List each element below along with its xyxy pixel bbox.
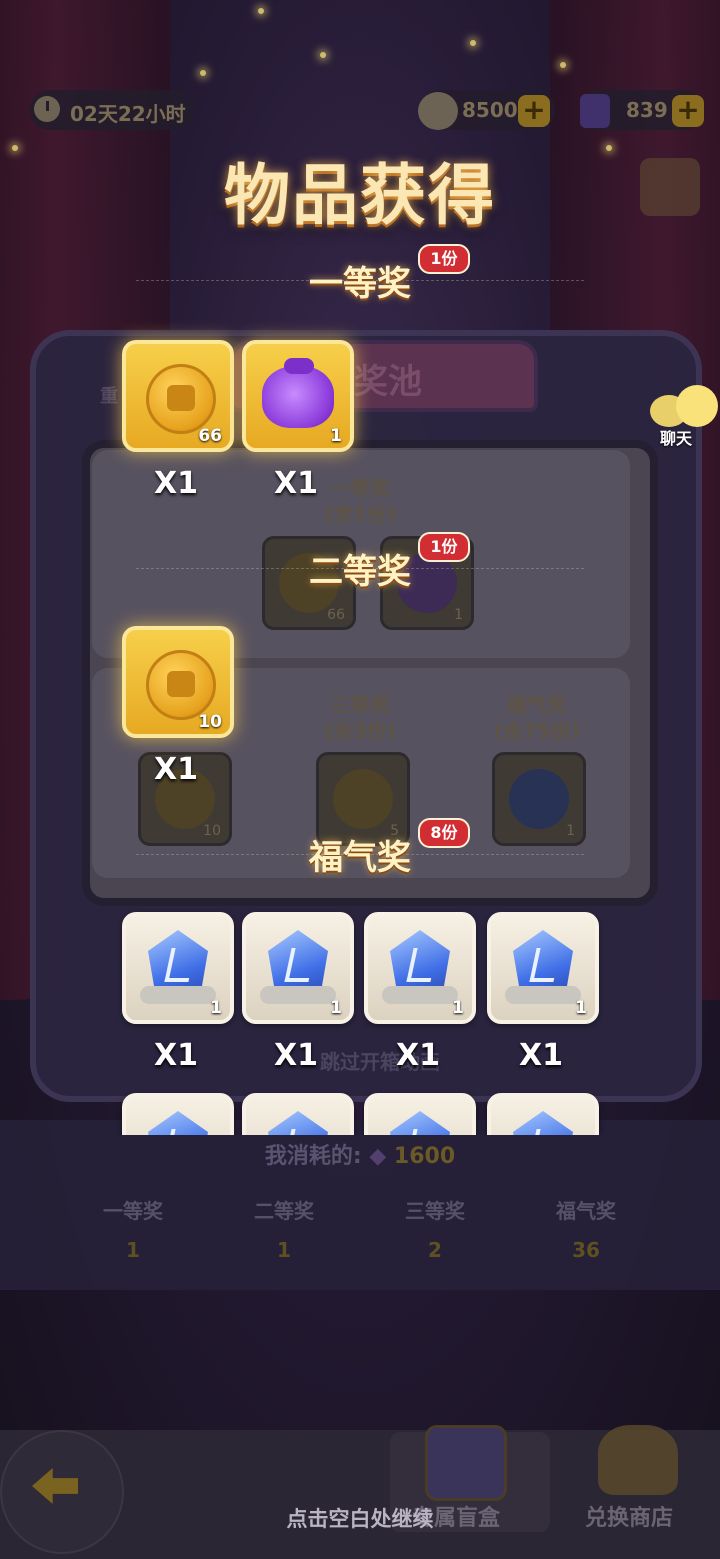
- item-count: 1: [330, 998, 342, 1018]
- duck-currency-icon: [418, 92, 458, 130]
- item-qty: X1: [273, 1038, 318, 1073]
- stat-first: 一等奖 1: [58, 1195, 208, 1262]
- blind-box-icon: [425, 1425, 507, 1501]
- sparkle: [470, 40, 476, 46]
- dim-first-remaining-text: (余1份): [323, 502, 397, 526]
- section-title: 福气奖: [309, 838, 411, 878]
- reward-item-partial: [242, 1093, 354, 1135]
- reward-item[interactable]: 10: [122, 626, 234, 738]
- consume-value: 1600: [393, 1144, 456, 1169]
- exchange-shop-icon[interactable]: [598, 1425, 678, 1495]
- rock-base: [505, 986, 581, 1004]
- dim-blessing-prize-label: 福气奖 (余75份): [457, 692, 617, 744]
- stat-label: 一等奖: [103, 1199, 163, 1223]
- stat-blessing: 福气奖 36: [511, 1195, 661, 1262]
- item-qty: X1: [518, 1038, 563, 1073]
- stat-label: 福气奖: [556, 1199, 616, 1223]
- pool-tab-prefix: 重: [100, 386, 118, 407]
- item-count: 66: [198, 426, 222, 446]
- quantity-badge: 1份: [418, 532, 470, 562]
- blue-crystal-icon: [513, 1111, 573, 1135]
- stat-value: 1: [277, 1238, 291, 1262]
- item-qty: X1: [395, 1038, 440, 1073]
- rock-base: [382, 986, 458, 1004]
- add-currency1-button[interactable]: +: [518, 95, 550, 127]
- item-qty: X1: [153, 466, 198, 501]
- dim-third-prize-label: 三等奖 (余3份): [280, 692, 440, 744]
- item-qty: X1: [273, 466, 318, 501]
- reward-item-partial: [364, 1093, 476, 1135]
- reward-item[interactable]: 1: [487, 912, 599, 1024]
- stat-value: 1: [126, 1238, 140, 1262]
- consume-summary: 我消耗的: ◆ 1600: [0, 1138, 720, 1170]
- reward-list-overflow: [0, 1085, 720, 1135]
- dim-blessing-remaining-text: (余75份): [493, 719, 581, 743]
- rock-base: [140, 986, 216, 1004]
- gold-coin-icon: [146, 364, 216, 434]
- add-currency2-button[interactable]: +: [672, 95, 704, 127]
- quantity-badge: 8份: [418, 818, 470, 848]
- reward-item[interactable]: 1: [364, 912, 476, 1024]
- chat-button[interactable]: 聊天: [650, 385, 720, 455]
- quantity-badge: 1份: [418, 244, 470, 274]
- ticket-icon: ◆: [369, 1144, 387, 1169]
- clock-icon: [34, 96, 60, 122]
- reward-item[interactable]: 66: [122, 340, 234, 452]
- item-count: 1: [575, 998, 587, 1018]
- reward-item[interactable]: 1: [242, 912, 354, 1024]
- section-second-prize: 二等奖 1份: [0, 532, 720, 626]
- currency2-value: 839: [626, 98, 668, 122]
- currency1-value: 8500: [462, 98, 518, 122]
- stat-third: 三等奖 2: [360, 1195, 510, 1262]
- dim-coin-icon: [333, 769, 393, 829]
- ticket-currency-icon: [580, 94, 610, 128]
- stat-second: 二等奖 1: [209, 1195, 359, 1262]
- overlay-title: 物品获得: [224, 157, 496, 234]
- section-title: 二等奖: [309, 552, 411, 592]
- item-qty: X1: [153, 1038, 198, 1073]
- dim-third-remaining-text: (余3份): [323, 719, 397, 743]
- rock-base: [260, 986, 336, 1004]
- blue-crystal-icon: [268, 1111, 328, 1135]
- dim-crystal-icon: [509, 769, 569, 829]
- tap-to-continue-hint[interactable]: 点击空白处继续: [0, 1503, 720, 1533]
- item-count: 1: [330, 426, 342, 446]
- stat-value: 2: [428, 1238, 442, 1262]
- item-count: 10: [198, 712, 222, 732]
- gold-coin-icon: [146, 650, 216, 720]
- stat-label: 二等奖: [254, 1199, 314, 1223]
- reward-item-partial: [487, 1093, 599, 1135]
- stat-value: 36: [572, 1238, 600, 1262]
- chat-label: 聊天: [660, 429, 693, 448]
- sparkle: [200, 70, 206, 76]
- purple-bag-icon: [262, 358, 334, 428]
- blue-crystal-icon: [148, 1111, 208, 1135]
- reward-item[interactable]: 1: [122, 912, 234, 1024]
- section-blessing-prize: 福气奖 8份: [0, 818, 720, 912]
- section-first-prize: 一等奖 1份: [0, 244, 720, 338]
- timer-text: 02天22小时: [70, 102, 186, 126]
- consume-label: 我消耗的:: [264, 1144, 362, 1169]
- item-qty: X1: [153, 752, 198, 787]
- sparkle: [320, 52, 326, 58]
- pool-tab-label: 奖池: [354, 362, 422, 402]
- chat-face-icon: [676, 385, 718, 427]
- stat-label: 三等奖: [405, 1199, 465, 1223]
- item-count: 1: [452, 998, 464, 1018]
- sparkle: [560, 62, 566, 68]
- reward-item[interactable]: 1: [242, 340, 354, 452]
- reward-item-partial: [122, 1093, 234, 1135]
- dim-third-prize-text: 三等奖: [330, 693, 390, 717]
- dim-blessing-prize-text: 福气奖: [507, 693, 567, 717]
- sparkle: [258, 8, 264, 14]
- item-count: 1: [210, 998, 222, 1018]
- section-title: 一等奖: [309, 264, 411, 304]
- blue-crystal-icon: [390, 1111, 450, 1135]
